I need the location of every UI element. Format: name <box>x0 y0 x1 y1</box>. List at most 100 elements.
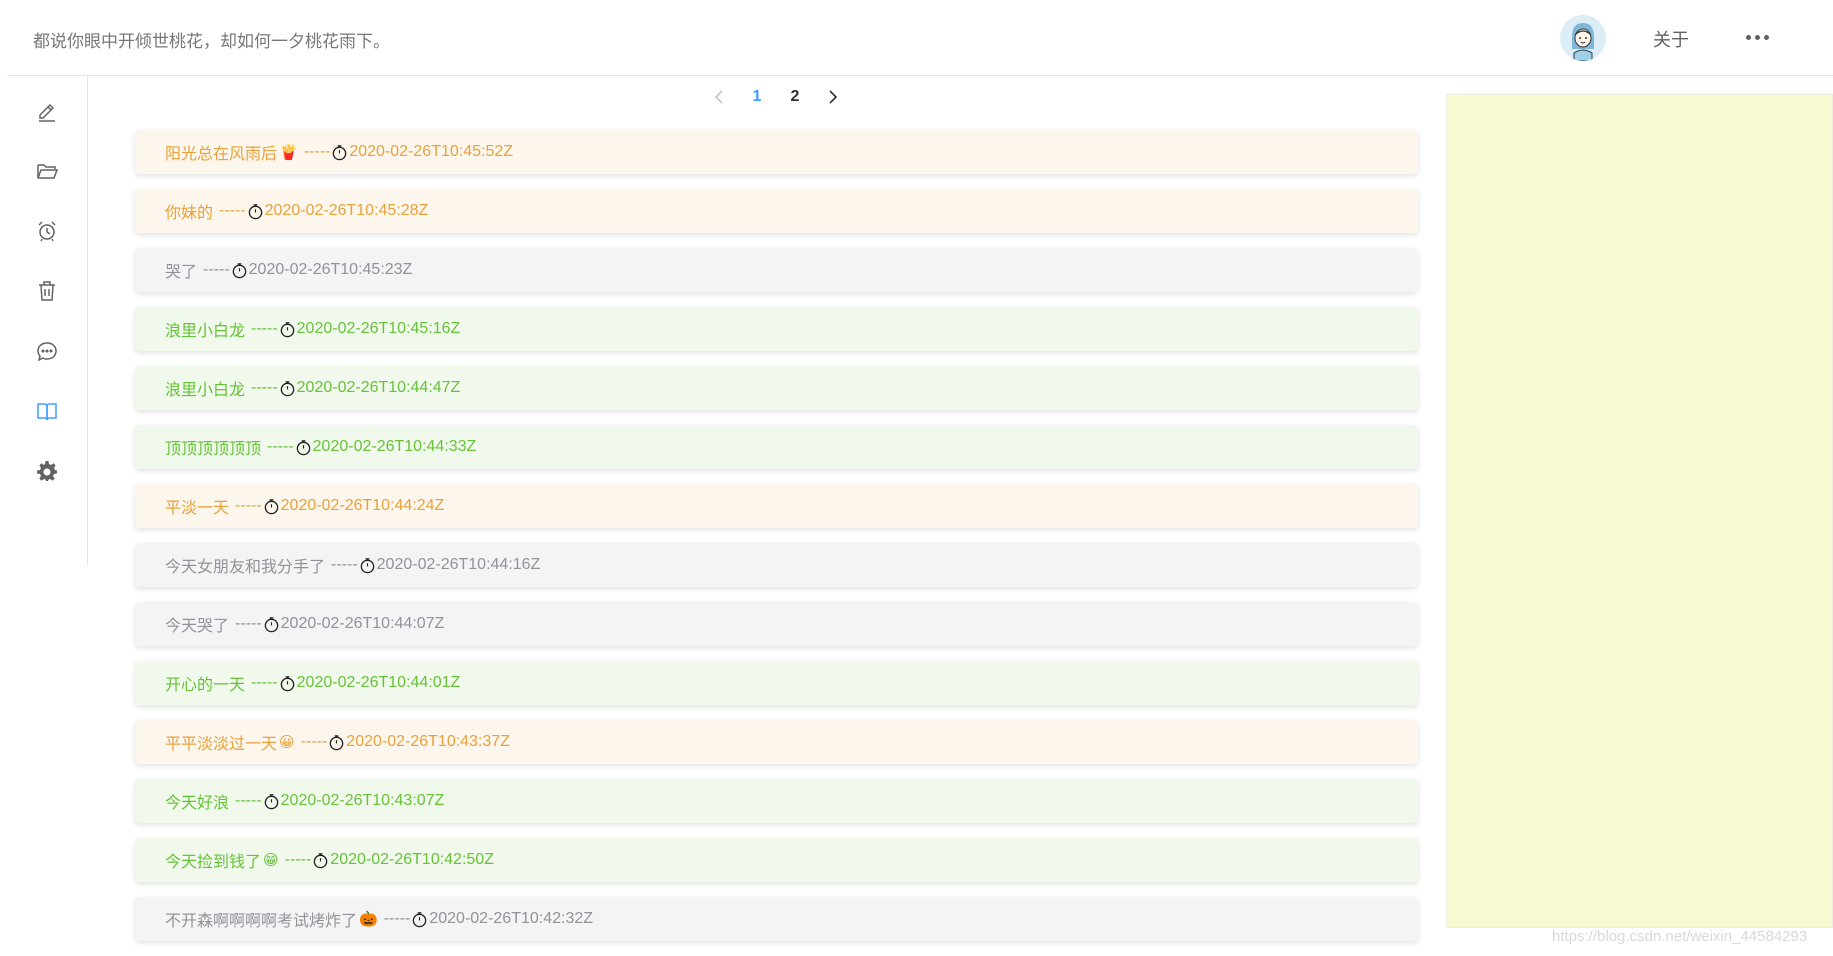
sidebar-item-alarm[interactable] <box>7 206 87 256</box>
sidebar-item-diary[interactable] <box>7 386 87 436</box>
trash-icon <box>39 281 55 301</box>
chevron-left-icon <box>714 90 723 104</box>
diary-entry-title: 今天捡到钱了 <box>165 854 262 871</box>
more-dot-icon <box>1745 34 1751 40</box>
diary-entry-time: 2020-02-26T10:45:28Z <box>264 202 429 219</box>
user-avatar[interactable] <box>1560 15 1606 61</box>
stopwatch-icon <box>333 144 347 160</box>
site-motto: 都说你眼中开倾世桃花，却如何一夕桃花雨下。 <box>33 32 390 51</box>
diary-entry-row[interactable]: 今天捡到钱了 😁 ----- 2020-02-26T10:42:50Z <box>135 838 1418 882</box>
diary-entry-separator: ----- <box>284 851 312 868</box>
diary-entry-emoji: 😁 <box>263 852 279 869</box>
diary-entry-row[interactable]: 今天女朋友和我分手了 ----- 2020-02-26T10:44:16Z <box>135 543 1418 587</box>
diary-entry-row[interactable]: 今天好浪 ----- 2020-02-26T10:43:07Z <box>135 779 1418 823</box>
diary-entry-time: 2020-02-26T10:45:52Z <box>349 143 514 160</box>
prev-page-button[interactable] <box>700 82 738 112</box>
diary-entry-separator: ----- <box>219 202 246 219</box>
more-dot-icon <box>1763 34 1769 40</box>
more-menu-button[interactable] <box>1742 24 1772 50</box>
diary-entry-separator: ----- <box>235 497 262 514</box>
book-icon <box>37 403 57 421</box>
alarm-clock-icon <box>38 221 56 242</box>
diary-entry-row[interactable]: 平平淡淡过一天 😀 ----- 2020-02-26T10:43:37Z <box>135 720 1418 764</box>
avatar-girl-icon <box>1560 15 1606 61</box>
next-page-button[interactable] <box>814 82 852 112</box>
sidebar-item-trash[interactable] <box>7 266 87 316</box>
diary-entry-separator: ----- <box>383 910 411 927</box>
stopwatch-icon <box>248 203 262 219</box>
sidebar-item-messages[interactable] <box>7 326 87 376</box>
watermark-text: https://blog.csdn.net/weixin_44584293 <box>1552 928 1808 945</box>
page-2-button[interactable]: 2 <box>776 82 814 112</box>
diary-entry-row[interactable]: 顶顶顶顶顶顶 ----- 2020-02-26T10:44:33Z <box>135 425 1418 469</box>
diary-entry-title: 浪里小白龙 <box>165 382 246 399</box>
diary-entry-row[interactable]: 平淡一天 ----- 2020-02-26T10:44:24Z <box>135 484 1418 528</box>
diary-entry-row[interactable]: 浪里小白龙 ----- 2020-02-26T10:44:47Z <box>135 366 1418 410</box>
diary-entry-row[interactable]: 浪里小白龙 ----- 2020-02-26T10:45:16Z <box>135 307 1418 351</box>
diary-entry-time: 2020-02-26T10:44:07Z <box>280 615 445 632</box>
diary-entry-title: 平平淡淡过一天 <box>165 736 278 753</box>
sidebar-item-settings[interactable] <box>7 446 87 496</box>
top-header: 都说你眼中开倾世桃花，却如何一夕桃花雨下。 关于 <box>7 0 1833 76</box>
chat-bubble-icon <box>37 342 57 362</box>
diary-entry-title: 哭了 <box>165 264 198 281</box>
diary-entry-time: 2020-02-26T10:42:32Z <box>429 910 594 927</box>
diary-entry-time: 2020-02-26T10:44:16Z <box>376 556 541 573</box>
diary-entry-row[interactable]: 今天哭了 ----- 2020-02-26T10:44:07Z <box>135 602 1418 646</box>
diary-list: 阳光总在风雨后 🍟 ----- 2020-02-26T10:45:52Z 你妹的 ----… <box>135 130 1418 956</box>
page-1-button[interactable]: 1 <box>738 82 776 112</box>
diary-entry-time: 2020-02-26T10:43:07Z <box>280 792 445 809</box>
stopwatch-icon <box>329 734 344 750</box>
more-dot-icon <box>1754 34 1760 40</box>
diary-entry-separator: ----- <box>251 320 278 337</box>
diary-entry-time: 2020-02-26T10:42:50Z <box>330 851 494 868</box>
diary-entry-separator: ----- <box>251 674 278 691</box>
diary-entry-time: 2020-02-26T10:44:47Z <box>296 379 461 396</box>
diary-entry-title: 不开森啊啊啊啊考试烤炸了 <box>165 913 358 930</box>
stopwatch-icon <box>280 380 294 396</box>
diary-entry-row[interactable]: 哭了 ----- 2020-02-26T10:45:23Z <box>135 248 1418 292</box>
diary-entry-title: 阳光总在风雨后 <box>165 146 278 163</box>
stopwatch-icon <box>360 557 374 573</box>
edit-icon <box>39 103 55 122</box>
diary-entry-title: 今天哭了 <box>165 618 230 635</box>
stopwatch-icon <box>413 911 427 927</box>
diary-entry-row[interactable]: 阳光总在风雨后 🍟 ----- 2020-02-26T10:45:52Z <box>135 130 1418 174</box>
diary-entry-time: 2020-02-26T10:43:37Z <box>346 733 510 750</box>
diary-entry-emoji: 🎃 <box>359 911 378 928</box>
right-side-panel <box>1446 94 1833 928</box>
diary-entry-row[interactable]: 开心的一天 ----- 2020-02-26T10:44:01Z <box>135 661 1418 705</box>
diary-entry-separator: ----- <box>303 143 331 160</box>
diary-entry-emoji: 🍟 <box>279 144 298 161</box>
diary-entry-title: 顶顶顶顶顶顶 <box>165 441 262 458</box>
about-link[interactable]: 关于 <box>1653 26 1689 52</box>
diary-entry-time: 2020-02-26T10:44:33Z <box>312 438 477 455</box>
pagination: 1 2 <box>700 82 852 112</box>
diary-entry-time: 2020-02-26T10:44:01Z <box>296 674 461 691</box>
stopwatch-icon <box>280 321 294 337</box>
stopwatch-icon <box>313 852 328 868</box>
diary-entry-title: 浪里小白龙 <box>165 323 246 340</box>
sidebar-item-write[interactable] <box>7 86 87 136</box>
diary-entry-time: 2020-02-26T10:45:23Z <box>248 261 413 278</box>
stopwatch-icon <box>264 498 278 514</box>
sidebar-item-folder[interactable] <box>7 146 87 196</box>
diary-entry-title: 开心的一天 <box>165 677 246 694</box>
diary-entry-separator: ----- <box>251 379 278 396</box>
diary-entry-title: 今天女朋友和我分手了 <box>165 559 326 576</box>
stopwatch-icon <box>264 616 278 632</box>
diary-entry-separator: ----- <box>235 615 262 632</box>
stopwatch-icon <box>280 675 294 691</box>
diary-entry-row[interactable]: 你妹的 ----- 2020-02-26T10:45:28Z <box>135 189 1418 233</box>
stopwatch-icon <box>296 439 310 455</box>
diary-entry-title: 平淡一天 <box>165 500 230 517</box>
stopwatch-icon <box>264 793 278 809</box>
diary-entry-time: 2020-02-26T10:45:16Z <box>296 320 461 337</box>
diary-entry-separator: ----- <box>267 438 294 455</box>
diary-entry-time: 2020-02-26T10:44:24Z <box>280 497 445 514</box>
diary-entry-separator: ----- <box>203 261 230 278</box>
diary-entry-separator: ----- <box>235 792 262 809</box>
folder-open-icon <box>37 164 59 179</box>
diary-entry-separator: ----- <box>331 556 358 573</box>
diary-entry-row[interactable]: 不开森啊啊啊啊考试烤炸了 🎃 ----- 2020-02-26T10:42:32Z <box>135 897 1418 941</box>
